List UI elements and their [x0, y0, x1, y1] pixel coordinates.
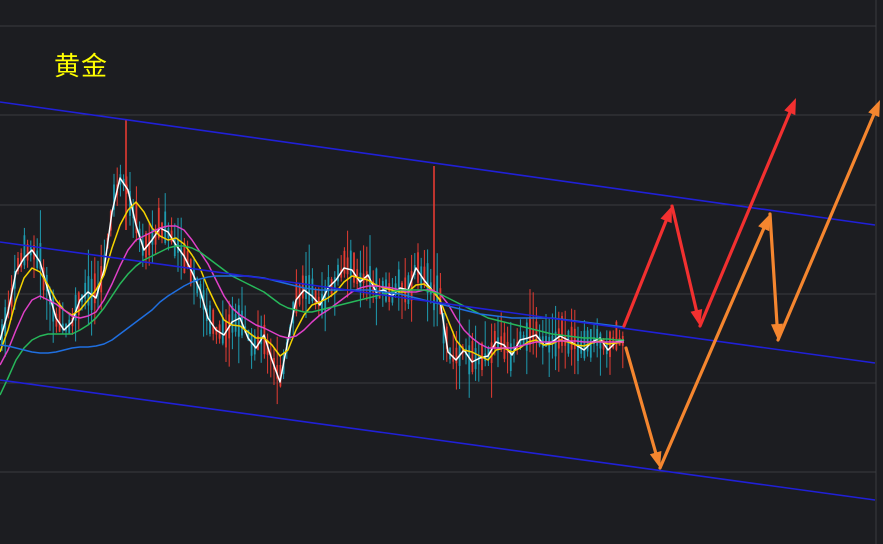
- candle-body: [522, 335, 525, 346]
- forecast-arrowhead-5: [758, 214, 770, 232]
- candle-body: [353, 252, 355, 283]
- candle-body: [557, 328, 560, 349]
- candle-body: [426, 263, 429, 294]
- forecast-arrow-7: [776, 113, 876, 342]
- candle-body: [93, 273, 96, 304]
- candle-body: [500, 336, 503, 349]
- candle-body: [570, 326, 573, 350]
- candle-body: [349, 250, 352, 276]
- candle-body: [308, 275, 311, 304]
- candle-body: [145, 233, 147, 258]
- candle-body: [417, 252, 419, 283]
- candle-body: [596, 328, 599, 346]
- forecast-arrowhead-3: [784, 98, 796, 116]
- candle-body: [378, 287, 381, 299]
- candle-body: [234, 314, 237, 332]
- candle-body: [436, 275, 439, 303]
- chart-stage: 黄金: [0, 0, 883, 544]
- candle-body: [346, 257, 349, 275]
- candle-body: [260, 329, 263, 345]
- candle-body: [68, 319, 71, 334]
- candle-body: [212, 309, 215, 334]
- candle-body: [471, 341, 474, 372]
- forecast-arrow-5: [658, 227, 766, 470]
- candle-body: [554, 331, 557, 357]
- candle-body: [359, 272, 362, 287]
- chart-title: 黄金: [54, 52, 109, 82]
- candle-body: [330, 278, 333, 295]
- candle-body: [231, 305, 234, 333]
- candle-body: [250, 335, 253, 356]
- candle-body: [23, 235, 26, 266]
- candle-body: [490, 342, 493, 364]
- candle-body: [237, 305, 240, 337]
- candle-body: [423, 266, 426, 286]
- channel-line-lower: [0, 379, 876, 501]
- candle-body: [161, 222, 163, 238]
- candle-body: [586, 330, 589, 352]
- forecast-arrowhead-1: [660, 206, 672, 224]
- candle-body: [343, 250, 346, 274]
- candle-body: [474, 348, 477, 370]
- price-chart: [0, 0, 880, 544]
- candle-body: [477, 356, 480, 365]
- forecast-arrow-4: [624, 346, 658, 455]
- candle-body: [573, 328, 576, 349]
- candle-body: [583, 330, 586, 359]
- candle-body: [455, 347, 458, 364]
- candle-body: [535, 321, 538, 343]
- candle-body: [221, 317, 224, 344]
- forecast-arrow-2: [670, 204, 698, 313]
- forecast-arrow-1: [622, 219, 668, 328]
- forecast-arrow-6: [768, 212, 779, 326]
